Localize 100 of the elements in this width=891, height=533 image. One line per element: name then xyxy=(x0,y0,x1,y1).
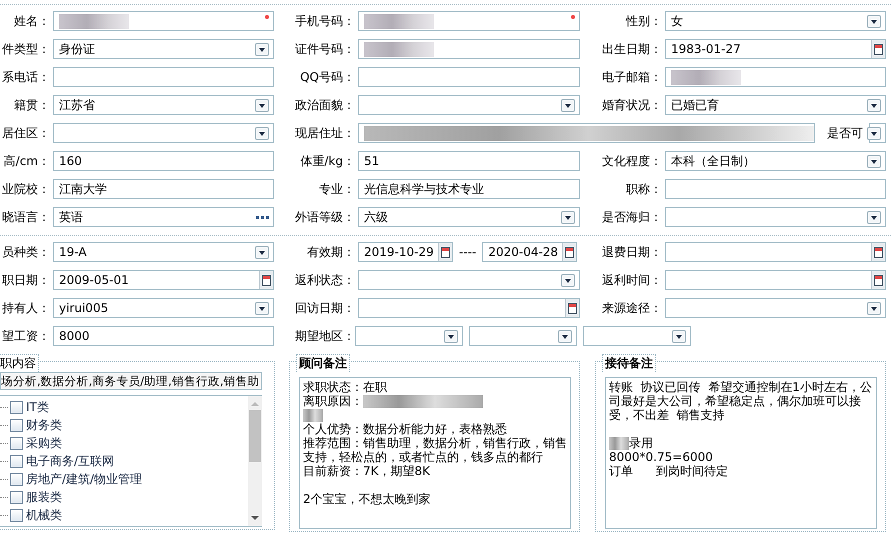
field-label: 专业： xyxy=(319,180,356,198)
category-label[interactable]: IT类 xyxy=(26,398,49,416)
dropdown-field[interactable]: 江苏省 xyxy=(53,95,274,115)
note-text: 2个宝宝，不想太晚到家 xyxy=(303,492,431,506)
checkbox[interactable] xyxy=(10,436,23,450)
dropdown-field[interactable] xyxy=(53,123,274,143)
checkbox[interactable] xyxy=(10,454,23,468)
notes-area[interactable]: 求职状态：在职 离职原因： 个人优势：数据分析能力好，表格熟悉 推荐范围：销售助理，数据分析，销售行政，销售支持，轻松点的，或者忙点的，钱多点的都行 目前薪资：7K，期望8K 2个宝宝，不想太晚到家 xyxy=(299,377,571,529)
field-label: 现居住址： xyxy=(295,124,356,142)
text-field[interactable]: 江南大学 xyxy=(53,179,274,199)
calendar-icon[interactable] xyxy=(871,243,885,261)
text-field[interactable]: 51 xyxy=(358,151,580,171)
calendar-icon[interactable] xyxy=(259,271,273,289)
dropdown-field[interactable] xyxy=(665,298,886,318)
date-field[interactable]: 2009-05-01 xyxy=(53,270,274,290)
category-label[interactable]: 电子商务/互联网 xyxy=(26,452,114,470)
text-field[interactable]: 8000 xyxy=(53,326,274,346)
dropdown-field[interactable]: yirui005 xyxy=(53,298,274,318)
category-label[interactable]: 房地产/建筑/物业管理 xyxy=(26,470,142,488)
field-label: 期望地区： xyxy=(295,328,356,344)
lookup-field[interactable]: 英语 xyxy=(53,207,274,227)
field-label: 政治面貌： xyxy=(295,96,356,114)
note-text: 离职原因： xyxy=(303,394,363,408)
field-label: 返利状态： xyxy=(295,272,356,288)
text-field[interactable] xyxy=(665,67,886,87)
calendar-icon[interactable] xyxy=(438,243,452,261)
text-field[interactable] xyxy=(358,39,580,59)
calendar-icon[interactable] xyxy=(871,271,885,289)
note-text: 目前薪资：7K，期望8K xyxy=(303,464,430,478)
dropdown-field[interactable] xyxy=(358,270,580,290)
field-label: 业院校： xyxy=(2,180,51,198)
text-field[interactable] xyxy=(358,123,815,143)
field-label: 证件号码： xyxy=(295,40,356,58)
field-label: 性别： xyxy=(626,12,663,30)
date-field[interactable]: 2019-10-29 xyxy=(358,242,453,262)
notes-area[interactable]: 转账 协议已回传 希望交通控制在1小时左右，公司最好是大公司，希望稳定点，偶尔加班可以接受，不出差 销售支持 录用 8000*0.75=6000 订单 到岗时间待定 xyxy=(605,377,877,529)
category-label[interactable]: 服装类 xyxy=(26,488,62,506)
note-text: 8000*0.75=6000 xyxy=(609,450,713,464)
scrollbar[interactable] xyxy=(248,396,262,526)
category-label[interactable]: 财务类 xyxy=(26,416,62,434)
redacted-block xyxy=(303,409,323,422)
dropdown-field[interactable]: 女 xyxy=(665,11,886,31)
field-label: 文化程度： xyxy=(602,152,663,170)
note-text: 求职状态：在职 xyxy=(303,380,387,394)
note-text: 推荐范围：销售助理，数据分析，销售行政，销售支持，轻松点的，或者忙点的，钱多点的都行 xyxy=(303,436,567,464)
field-label: 望工资： xyxy=(2,328,51,344)
date-field[interactable] xyxy=(665,242,886,262)
dropdown-field[interactable] xyxy=(355,326,463,346)
checkbox[interactable] xyxy=(10,508,23,522)
checkbox[interactable] xyxy=(10,490,23,504)
field-label: 件类型： xyxy=(2,40,51,58)
calendar-icon[interactable] xyxy=(871,40,885,58)
checkbox[interactable] xyxy=(10,418,23,432)
text-field[interactable]: 场分析,数据分析,商务专员/助理,销售行政,销售助 xyxy=(0,372,262,390)
text-field[interactable]: 160 xyxy=(53,151,274,171)
calendar-icon[interactable] xyxy=(565,299,579,317)
dropdown-field[interactable]: 六级 xyxy=(358,207,580,227)
category-label[interactable]: 机械类 xyxy=(26,506,62,524)
text-field[interactable] xyxy=(53,11,274,31)
group-title: 顾问备注 xyxy=(296,354,350,372)
field-label: 电子邮箱： xyxy=(602,68,663,86)
dropdown-field[interactable] xyxy=(665,207,886,227)
field-label: QQ号码： xyxy=(300,68,356,86)
dropdown-field[interactable] xyxy=(469,326,577,346)
field-label: 有效期： xyxy=(307,244,356,260)
field-label: 退费日期： xyxy=(602,244,663,260)
field-label: 体重/kg： xyxy=(300,152,356,170)
range-separator: ---- xyxy=(459,245,476,259)
text-field[interactable] xyxy=(665,179,886,199)
note-text: 录用 xyxy=(629,436,653,450)
note-text: 个人优势：数据分析能力好，表格熟悉 xyxy=(303,422,507,436)
text-field[interactable] xyxy=(358,11,580,31)
dropdown-field[interactable] xyxy=(583,326,691,346)
field-label: 返利时间： xyxy=(602,272,663,288)
text-field[interactable] xyxy=(358,67,580,87)
text-field[interactable] xyxy=(53,67,274,87)
field-label: 回访日期： xyxy=(295,300,356,316)
checkbox[interactable] xyxy=(10,400,23,414)
field-label: 是否海归： xyxy=(602,208,663,226)
field-label: 外语等级： xyxy=(295,208,356,226)
group-title: 接待备注 xyxy=(602,354,656,372)
field-label: 来源途径： xyxy=(602,300,663,316)
field-label: 居住区： xyxy=(2,124,51,142)
date-field[interactable] xyxy=(358,298,580,318)
text-field[interactable]: 光信息科学与技术专业 xyxy=(358,179,580,199)
checkbox[interactable] xyxy=(10,472,23,486)
dropdown-field[interactable]: 已婚已育 xyxy=(665,95,886,115)
dropdown-field[interactable]: 19-A xyxy=(53,242,274,262)
dropdown-field[interactable]: 本科（全日制） xyxy=(665,151,886,171)
ellipsis-icon[interactable] xyxy=(256,216,269,219)
date-field[interactable]: 2020-04-28 xyxy=(482,242,578,262)
category-label[interactable]: 采购类 xyxy=(26,434,62,452)
dropdown-field[interactable] xyxy=(358,95,580,115)
calendar-icon[interactable] xyxy=(562,243,576,261)
dropdown-field[interactable]: 身份证 xyxy=(53,39,274,59)
date-field[interactable]: 1983-01-27 xyxy=(665,39,886,59)
date-field[interactable] xyxy=(665,270,886,290)
field-label: 系电话： xyxy=(2,68,51,86)
dropdown-field[interactable] xyxy=(869,123,886,143)
field-label: 是否可 xyxy=(827,124,863,142)
